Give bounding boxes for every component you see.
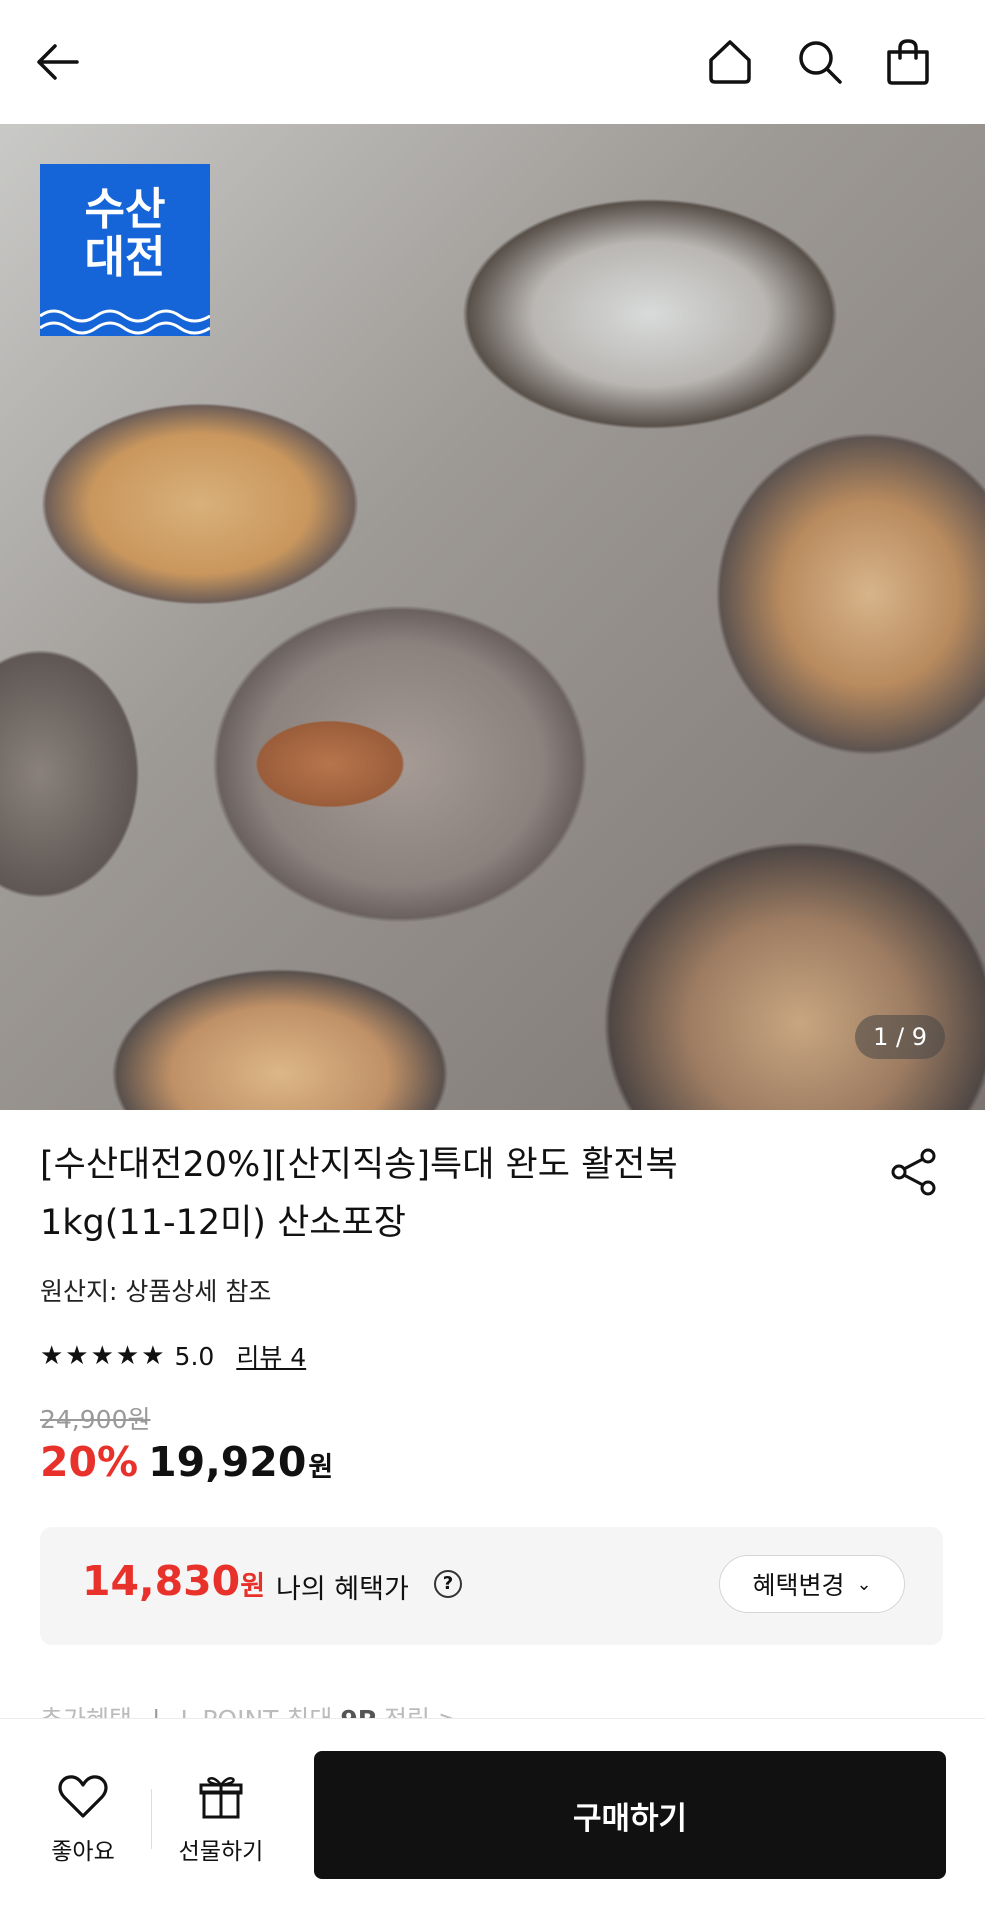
- benefit-price-value: 14,830: [82, 1557, 241, 1605]
- benefit-label: 나의 혜택가: [276, 1574, 409, 1605]
- like-label: 좋아요: [51, 1839, 115, 1865]
- discount-rate: 20%: [40, 1438, 139, 1486]
- badge-line-2: 대전: [84, 232, 166, 283]
- home-icon: [709, 40, 751, 84]
- price-row: 20% 19,920 원: [40, 1438, 333, 1486]
- event-badge: 수산 대전: [40, 164, 210, 336]
- product-title-line-1: [수산대전20%][산지직송]특대 완도 활전복: [40, 1145, 678, 1185]
- bottom-divider: [151, 1789, 152, 1849]
- wave-icon: [40, 309, 210, 335]
- arrow-left-icon: [37, 44, 79, 80]
- share-button[interactable]: [888, 1146, 940, 1198]
- benefit-price: 14,830원: [82, 1557, 265, 1605]
- search-icon: [799, 41, 842, 84]
- gift-icon: [199, 1777, 243, 1819]
- sale-price: 19,920: [148, 1438, 307, 1486]
- search-button[interactable]: [788, 30, 852, 94]
- heart-icon: [58, 1775, 108, 1818]
- rating-score: 5.0: [174, 1341, 215, 1371]
- top-app-bar: [0, 0, 985, 124]
- change-benefit-label: 혜택변경: [752, 1571, 845, 1600]
- product-title-line-2: 1kg(11-12미) 산소포장: [40, 1203, 406, 1243]
- change-benefit-button[interactable]: 혜택변경 ⌄: [719, 1555, 905, 1613]
- chevron-down-icon: ⌄: [856, 1573, 872, 1595]
- rating-row: ★★★★★ 5.0 리뷰 4: [40, 1338, 306, 1374]
- original-price: 24,900원: [40, 1405, 151, 1434]
- review-link[interactable]: 리뷰 4: [236, 1338, 306, 1374]
- shopping-bag-icon: [887, 39, 929, 85]
- gift-button[interactable]: 선물하기: [166, 1774, 276, 1866]
- rating-stars: ★★★★★: [40, 1341, 167, 1371]
- gift-label: 선물하기: [178, 1839, 264, 1865]
- origin-text: 원산지: 상품상세 참조: [40, 1277, 272, 1306]
- benefit-price-box: 14,830원 나의 혜택가 ? 혜택변경 ⌄: [40, 1527, 943, 1645]
- home-button[interactable]: [698, 30, 762, 94]
- badge-line-1: 수산: [84, 184, 166, 235]
- back-button[interactable]: [26, 30, 90, 94]
- buy-button[interactable]: 구매하기: [314, 1751, 946, 1879]
- like-button[interactable]: 좋아요: [28, 1774, 138, 1866]
- product-title: [수산대전20%][산지직송]특대 완도 활전복 1kg(11-12미) 산소포…: [40, 1136, 860, 1252]
- image-counter: 1 / 9: [855, 1015, 945, 1059]
- share-icon: [891, 1148, 936, 1196]
- bottom-action-bar: 좋아요 선물하기 구매하기: [0, 1718, 985, 1921]
- price-currency: 원: [308, 1452, 334, 1483]
- benefit-price-currency: 원: [240, 1571, 266, 1602]
- help-icon[interactable]: ?: [434, 1570, 462, 1598]
- cart-button[interactable]: [876, 30, 940, 94]
